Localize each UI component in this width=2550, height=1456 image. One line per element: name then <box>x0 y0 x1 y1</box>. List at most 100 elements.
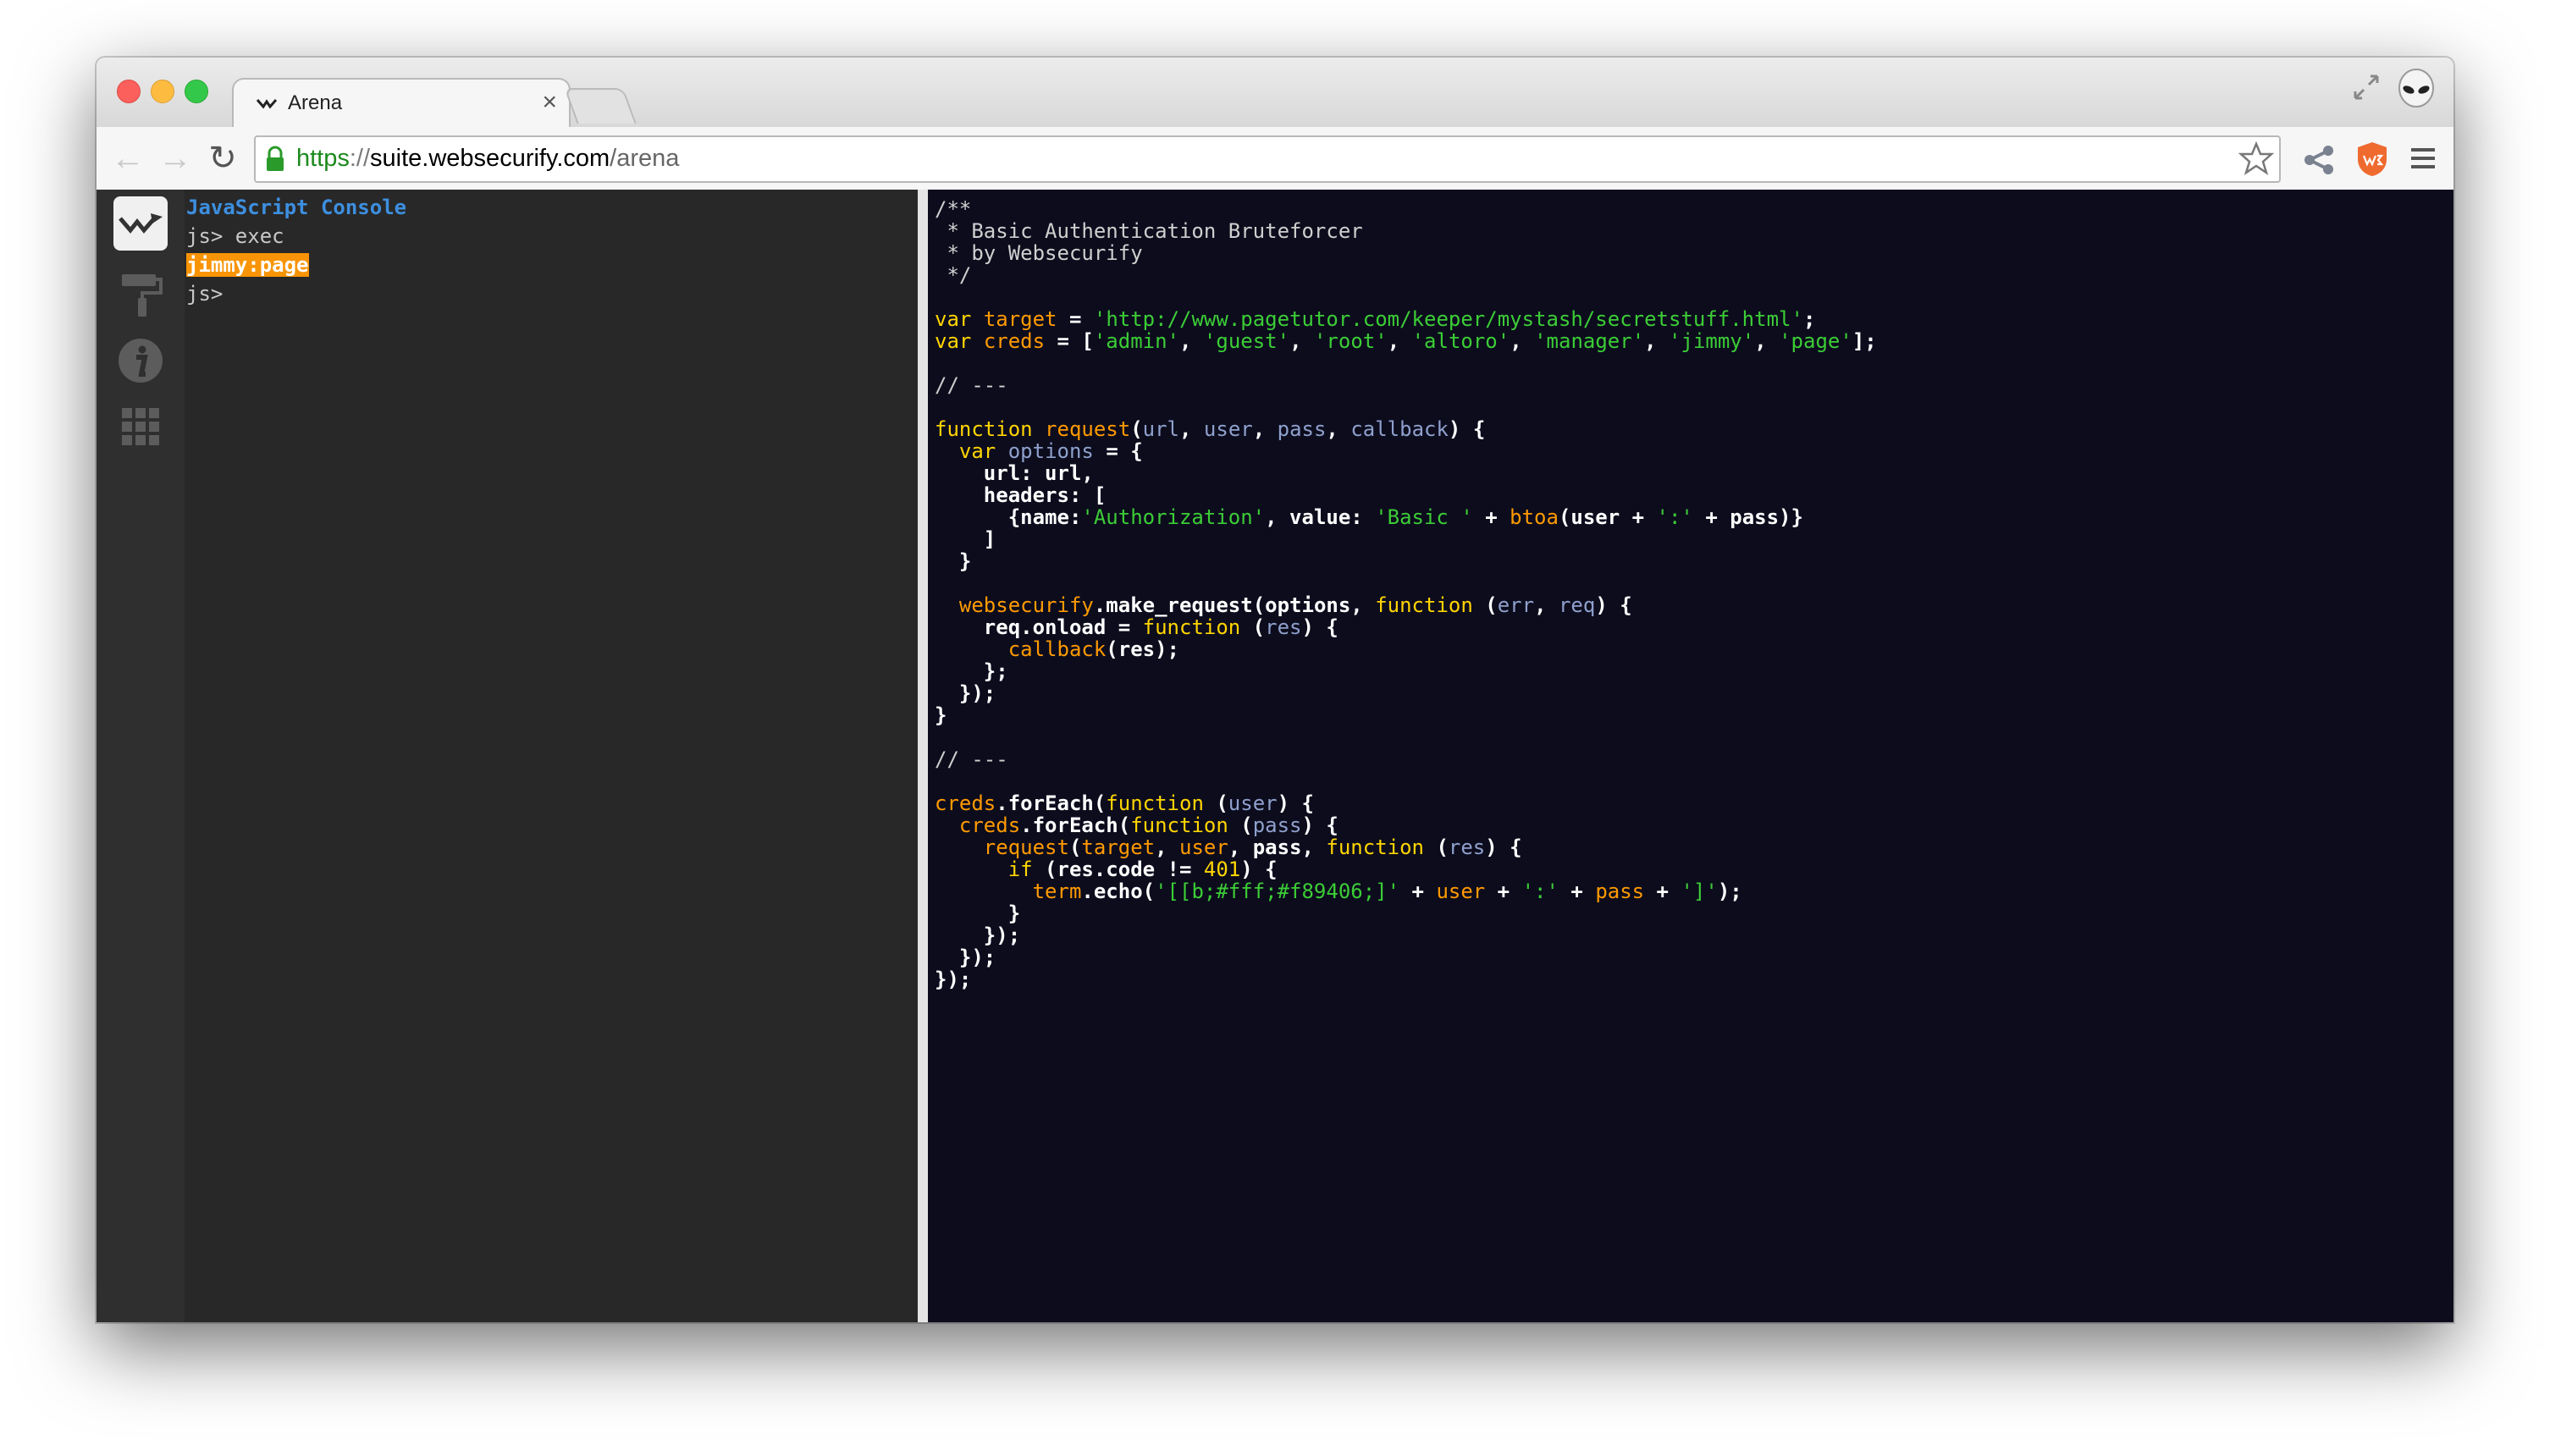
code-token: 'guest' <box>1203 329 1290 353</box>
forward-button[interactable]: → <box>156 139 195 178</box>
code-token: (user + <box>1558 505 1657 529</box>
code-token: + <box>1399 880 1437 903</box>
url-separator: :// <box>349 145 371 172</box>
code-token: var <box>958 439 996 463</box>
code-line: */ <box>935 264 2453 286</box>
sidebar-item-builder[interactable] <box>113 267 168 322</box>
javascript-console[interactable]: JavaScript Console js> exec jimmy:page js> <box>185 190 918 1322</box>
tab-arena[interactable]: Arena × <box>232 78 571 129</box>
apps-grid-icon <box>122 408 159 445</box>
code-token: 401 <box>1203 858 1241 881</box>
code-token: {name: <box>935 505 1082 529</box>
code-token: , <box>1510 329 1535 353</box>
reload-button[interactable]: ↻ <box>203 139 242 178</box>
code-token: ( <box>1472 593 1498 617</box>
code-token: 'page' <box>1779 329 1852 353</box>
code-token: } <box>935 902 1021 925</box>
code-token: /** <box>935 197 972 221</box>
code-line: term.echo('[[b;#fff;#f89406;]' + user + … <box>935 880 2453 902</box>
address-bar[interactable]: https://suite.websecurify.com/arena <box>254 135 2281 183</box>
new-tab-button[interactable] <box>564 88 637 124</box>
websecurify-favicon-icon <box>256 99 278 109</box>
fullscreen-icon[interactable] <box>2352 73 2381 102</box>
code-token: * by Websecurify <box>935 241 1143 265</box>
window-minimize-button[interactable] <box>151 80 174 103</box>
tab-strip: Arena × <box>97 58 2453 129</box>
url-path: /arena <box>610 145 680 172</box>
profile-avatar-icon[interactable] <box>2396 68 2437 113</box>
code-line: {name:'Authorization', value: 'Basic ' +… <box>935 506 2453 528</box>
code-token: ( <box>1130 417 1143 441</box>
code-line: callback(res); <box>935 638 2453 660</box>
browser-window: Arena × ← → ↻ https://suite.websecurify.… <box>97 58 2453 1322</box>
tab-close-button[interactable]: × <box>542 88 557 117</box>
code-token: ':' <box>1656 505 1693 529</box>
code-token: , <box>1252 417 1278 441</box>
code-token: , <box>1534 593 1559 617</box>
code-token: function <box>1106 791 1204 815</box>
code-line: * Basic Authentication Bruteforcer <box>935 220 2453 242</box>
code-token: if <box>1007 858 1033 881</box>
code-line: request(target, user, pass, function (re… <box>935 836 2453 858</box>
code-token: }); <box>935 946 996 969</box>
code-token: .forEach( <box>996 791 1107 815</box>
code-token: + <box>1472 505 1510 529</box>
code-token: ; <box>1802 307 1816 331</box>
code-token: }); <box>935 924 1021 947</box>
share-extension-icon[interactable] <box>2301 142 2337 178</box>
code-lines: /** * Basic Authentication Bruteforcer *… <box>935 198 2453 990</box>
code-line: if (res.code != 401) { <box>935 858 2453 880</box>
code-token: , <box>1387 329 1412 353</box>
code-token: }; <box>935 659 1008 683</box>
code-token: + <box>1558 880 1596 903</box>
url-text: https://suite.websecurify.com/arena <box>296 145 679 173</box>
code-line: }); <box>935 946 2453 968</box>
code-token: req.onload = <box>935 615 1143 639</box>
code-token: function <box>1142 615 1241 639</box>
code-token: var <box>935 329 972 353</box>
code-token: callback <box>1350 417 1449 441</box>
sidebar-item-arena[interactable] <box>113 196 168 251</box>
window-zoom-button[interactable] <box>185 80 208 103</box>
code-editor[interactable]: /** * Basic Authentication Bruteforcer *… <box>928 190 2453 1322</box>
code-token: '[[b;#fff;#f89406;]' <box>1155 880 1400 903</box>
window-close-button[interactable] <box>117 80 141 103</box>
code-token: function <box>935 417 1033 441</box>
pane-splitter[interactable] <box>918 190 928 1322</box>
code-token: = <box>1057 307 1094 331</box>
code-token: (res.code != <box>1032 858 1204 881</box>
code-token: ( <box>1068 836 1082 859</box>
code-token: headers: [ <box>935 483 1107 507</box>
bookmark-star-icon[interactable] <box>2238 141 2274 176</box>
code-token: req <box>1558 593 1596 617</box>
code-token: var <box>935 307 972 331</box>
code-token: , <box>1644 329 1670 353</box>
code-line: var creds = ['admin', 'guest', 'root', '… <box>935 330 2453 352</box>
websecurify-extension-icon[interactable] <box>2355 141 2389 178</box>
console-line-text: js> exec <box>186 224 284 248</box>
code-token: function <box>1130 813 1228 837</box>
tab-title: Arena <box>288 91 343 114</box>
code-token: ]; <box>1852 329 1877 353</box>
code-line: url: url, <box>935 462 2453 484</box>
back-button[interactable]: ← <box>108 139 147 178</box>
code-token: , <box>1155 836 1180 859</box>
code-token: , <box>1179 417 1204 441</box>
code-token: callback <box>1007 637 1107 661</box>
code-token: , pass, <box>1228 836 1327 859</box>
console-output: js> exec jimmy:page js> <box>186 222 918 308</box>
console-line: js> exec <box>186 222 918 251</box>
code-token: pass <box>1595 880 1645 903</box>
menu-hamburger-icon[interactable] <box>2409 146 2437 171</box>
sidebar-item-apps[interactable] <box>113 400 168 454</box>
code-token: request <box>983 836 1069 859</box>
sidebar-item-info[interactable] <box>113 334 168 388</box>
